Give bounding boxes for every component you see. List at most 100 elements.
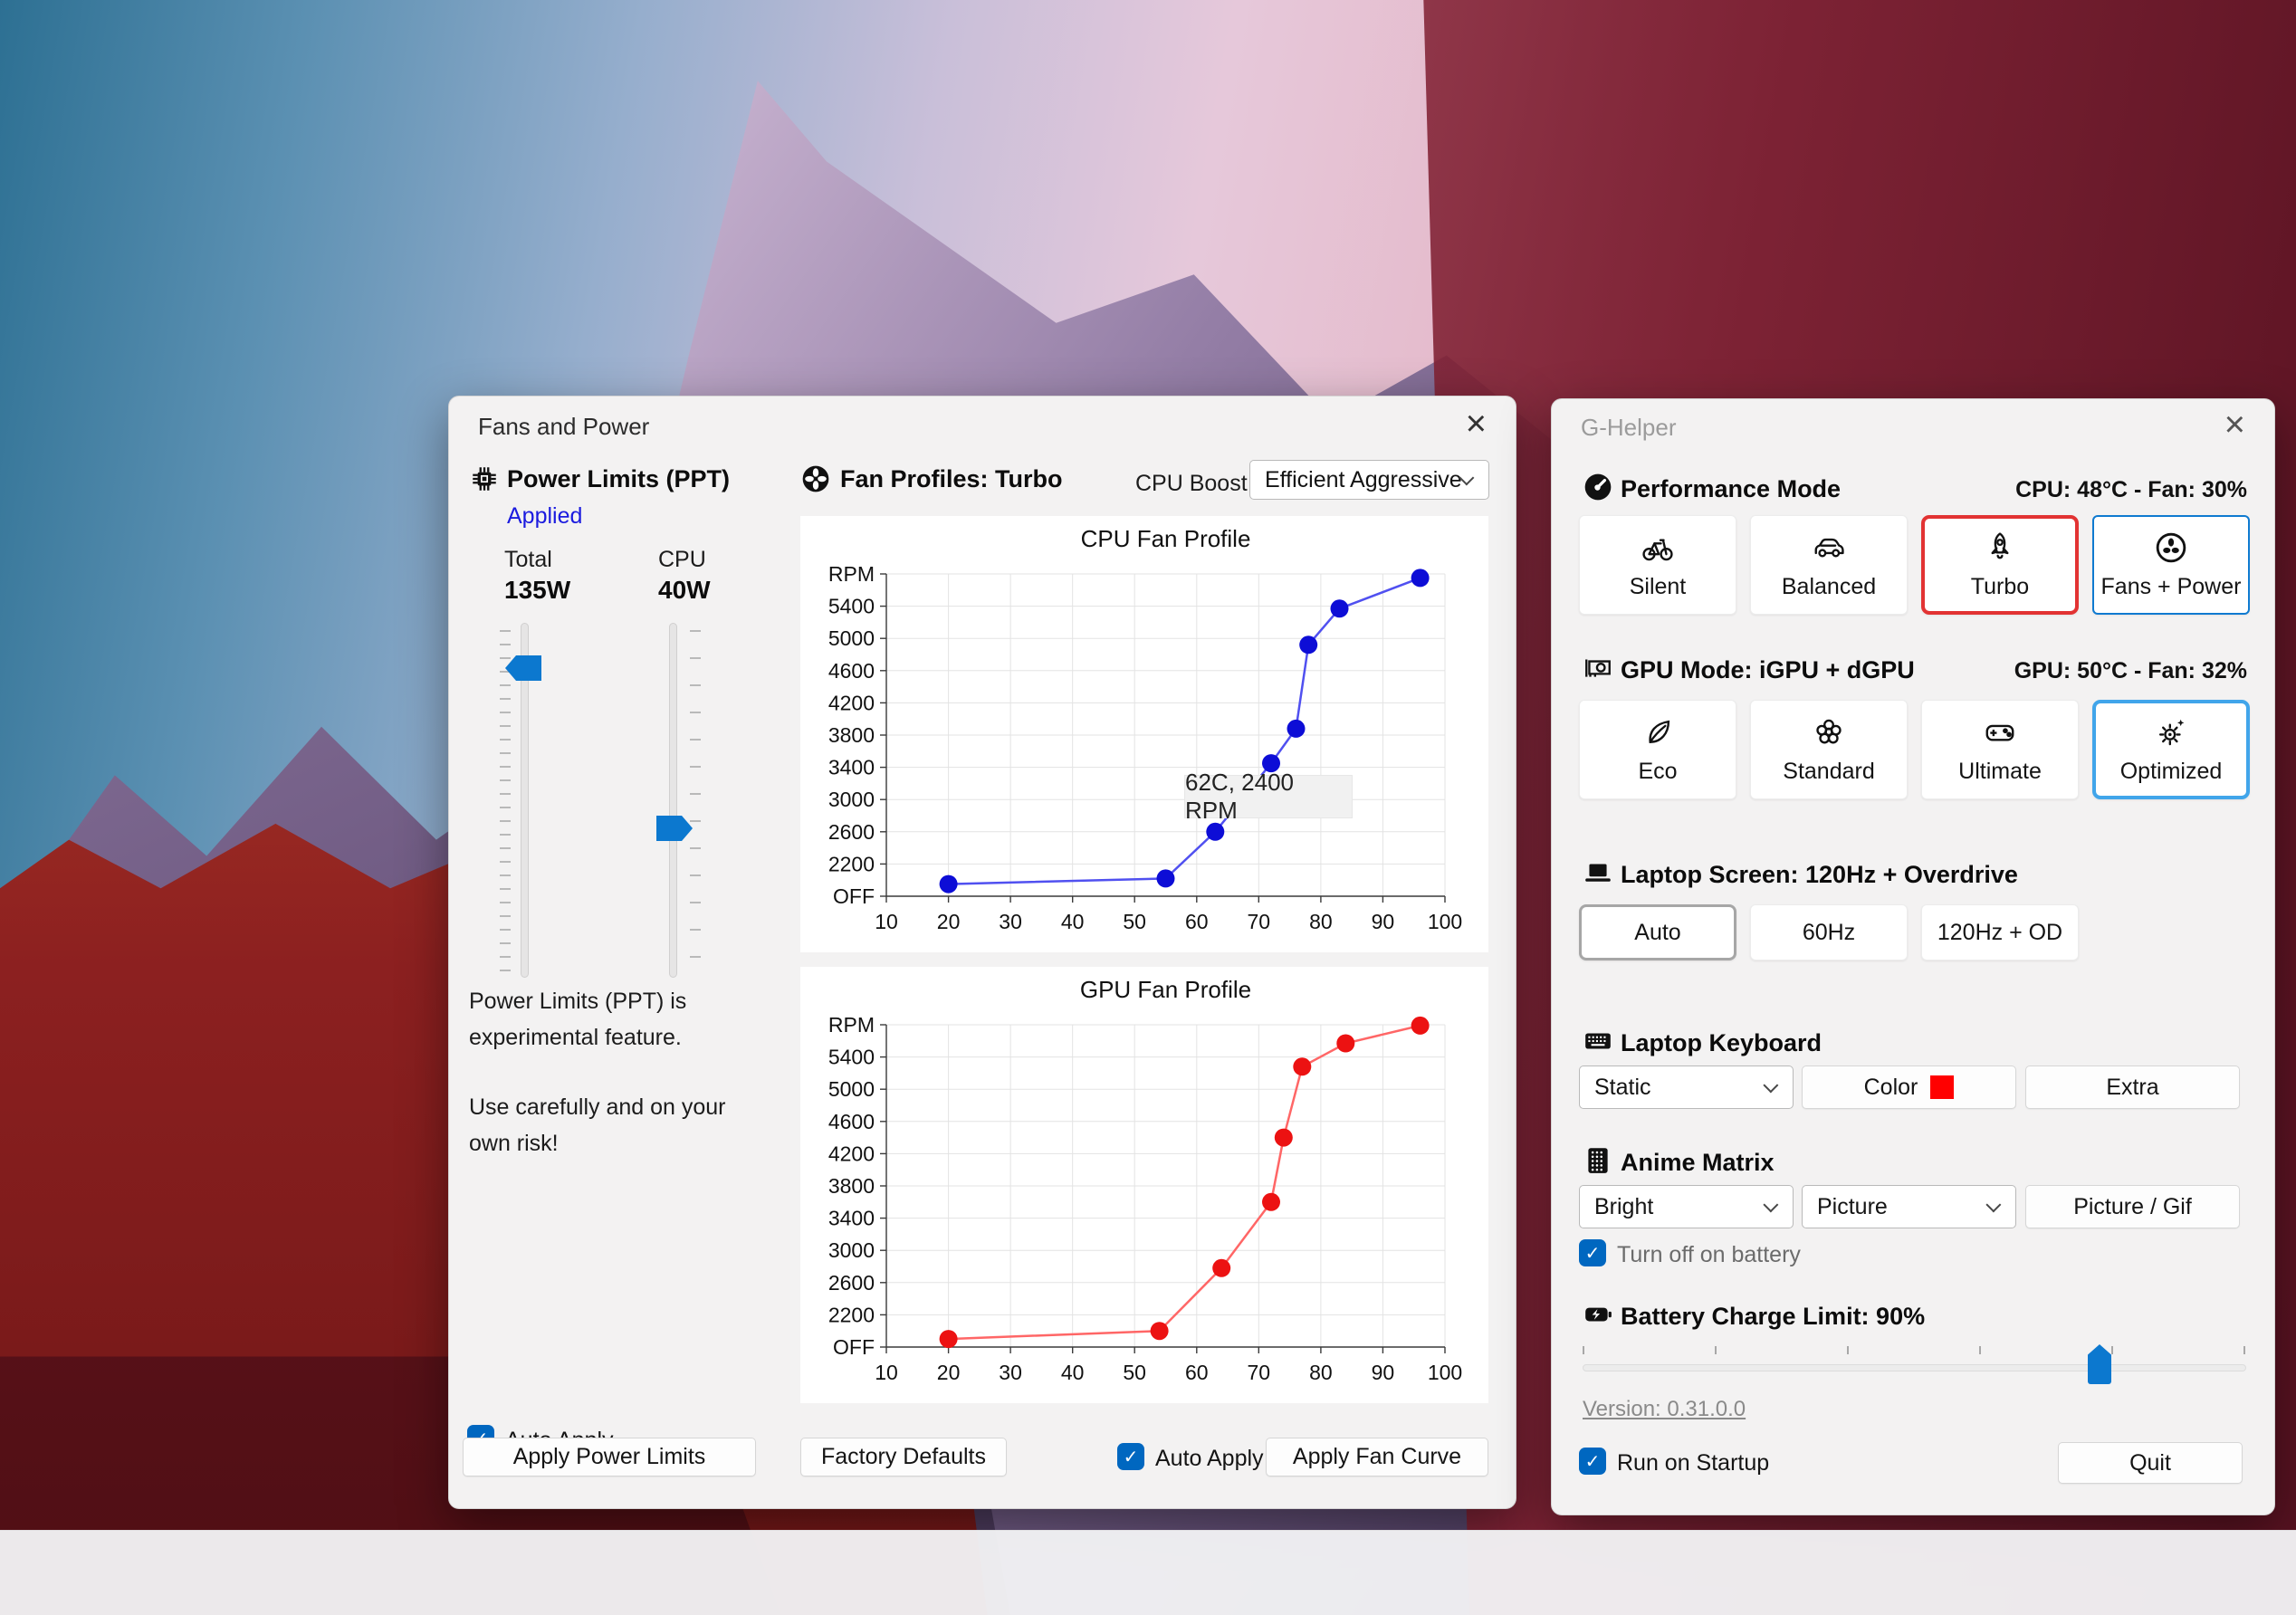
gpu-card-icon xyxy=(1583,653,1613,683)
screen-mode-120hz-od-button[interactable]: 120Hz + OD xyxy=(1921,904,2079,960)
fans-window-title: Fans and Power xyxy=(478,413,650,440)
fans-window-close-button[interactable]: × xyxy=(1466,406,1487,442)
svg-text:60: 60 xyxy=(1185,910,1209,933)
perf-mode-turbo-button[interactable]: Turbo xyxy=(1921,515,2079,615)
total-slider-ticks xyxy=(500,630,511,976)
svg-text:70: 70 xyxy=(1248,1361,1271,1384)
matrix-picture-gif-button[interactable]: Picture / Gif xyxy=(2025,1185,2240,1228)
gpu-mode-ultimate-button[interactable]: Ultimate xyxy=(1921,700,2079,799)
svg-text:3400: 3400 xyxy=(828,756,875,779)
svg-text:20: 20 xyxy=(937,1361,961,1384)
leaf-icon xyxy=(1641,715,1675,750)
ghelper-window-title: G-Helper xyxy=(1581,414,1677,441)
bicycle-icon xyxy=(1641,530,1675,565)
cpu-fan-chart-card: 10 20 30 40 50 60 70 80 90 100 OFF 2200 2600 3000 3400… xyxy=(800,516,1488,952)
gpu-mode-eco-button[interactable]: Eco xyxy=(1579,700,1736,799)
version-link[interactable]: Version: 0.31.0.0 xyxy=(1583,1397,1746,1422)
matrix-running-dropdown[interactable]: Picture xyxy=(1802,1185,2016,1228)
svg-text:5400: 5400 xyxy=(828,595,875,618)
gpu-mode-heading: GPU Mode: iGPU + dGPU xyxy=(1621,656,1915,683)
gpu-temp-status: GPU: 50°C - Fan: 32% xyxy=(2014,658,2247,683)
cpu-boost-dropdown[interactable]: Efficient Aggressive xyxy=(1249,460,1489,500)
fan-icon xyxy=(800,463,831,494)
matrix-running-value: Picture xyxy=(1817,1193,1888,1219)
svg-text:4600: 4600 xyxy=(828,659,875,683)
perf-mode-fans-power-button[interactable]: Fans + Power xyxy=(2092,515,2250,615)
taskbar: G G ENG 6:45 PM 3/18/2023 xyxy=(0,1530,2296,1615)
svg-text:20: 20 xyxy=(937,910,961,933)
cpu-fan-chart[interactable]: 10 20 30 40 50 60 70 80 90 100 OFF 2200 2600 3000 3400… xyxy=(800,516,1488,952)
flower-icon xyxy=(1812,715,1846,750)
run-on-startup-checkbox[interactable]: ✓ xyxy=(1579,1448,1606,1475)
total-slider-handle[interactable] xyxy=(505,655,541,681)
cpu-slider-ticks xyxy=(690,630,701,976)
matrix-battery-label: Turn off on battery xyxy=(1617,1242,1801,1267)
total-label: Total xyxy=(504,547,552,572)
gpu-mode-standard-button[interactable]: Standard xyxy=(1750,700,1908,799)
quit-button[interactable]: Quit xyxy=(2058,1442,2243,1484)
screen-mode-60hz-button[interactable]: 60Hz xyxy=(1750,904,1908,960)
svg-text:4600: 4600 xyxy=(828,1110,875,1133)
total-value: 135W xyxy=(504,576,571,604)
svg-text:CPU Fan Profile: CPU Fan Profile xyxy=(1081,525,1251,552)
svg-text:70: 70 xyxy=(1248,910,1271,933)
laptop-screen-heading: Laptop Screen: 120Hz + Overdrive xyxy=(1621,861,2018,888)
ghelper-window-close-button[interactable]: × xyxy=(2224,406,2245,443)
battery-slider-track[interactable] xyxy=(1583,1364,2246,1371)
fan-auto-apply-checkbox[interactable]: ✓ xyxy=(1117,1443,1144,1470)
chevron-down-icon xyxy=(1985,1197,2002,1213)
gamepad-icon xyxy=(1983,715,2017,750)
apply-power-limits-button[interactable]: Apply Power Limits xyxy=(463,1438,756,1476)
cpu-label: CPU xyxy=(658,547,706,572)
cpu-slider-handle[interactable] xyxy=(656,816,693,841)
svg-text:3800: 3800 xyxy=(828,1174,875,1198)
svg-text:10: 10 xyxy=(875,910,898,933)
matrix-brightness-dropdown[interactable]: Bright xyxy=(1579,1185,1794,1228)
fan-profiles-heading: Fan Profiles: Turbo xyxy=(840,465,1063,492)
laptop-keyboard-heading: Laptop Keyboard xyxy=(1621,1029,1822,1056)
performance-mode-heading: Performance Mode xyxy=(1621,475,1842,502)
svg-text:GPU Fan Profile: GPU Fan Profile xyxy=(1080,976,1251,1003)
power-limits-warning-1: Power Limits (PPT) is experimental featu… xyxy=(469,989,687,1050)
gpu-mode-optimized-button[interactable]: Optimized xyxy=(2092,700,2250,799)
svg-text:40: 40 xyxy=(1061,910,1085,933)
perf-mode-silent-button[interactable]: Silent xyxy=(1579,515,1736,615)
svg-text:30: 30 xyxy=(999,1361,1022,1384)
anime-matrix-icon xyxy=(1583,1145,1613,1176)
cpu-slider-track[interactable] xyxy=(669,623,677,978)
cpu-chip-icon xyxy=(469,463,500,494)
svg-text:100: 100 xyxy=(1428,1361,1462,1384)
perf-mode-balanced-button[interactable]: Balanced xyxy=(1750,515,1908,615)
keyboard-mode-dropdown[interactable]: Static xyxy=(1579,1066,1794,1109)
run-on-startup-label: Run on Startup xyxy=(1617,1450,1770,1476)
optimized-icon xyxy=(2154,715,2188,750)
apply-fan-curve-button[interactable]: Apply Fan Curve xyxy=(1266,1438,1488,1476)
svg-text:RPM: RPM xyxy=(828,1013,875,1037)
keyboard-extra-button[interactable]: Extra xyxy=(2025,1066,2240,1109)
factory-defaults-button[interactable]: Factory Defaults xyxy=(800,1438,1007,1476)
svg-text:50: 50 xyxy=(1123,1361,1146,1384)
svg-text:4200: 4200 xyxy=(828,691,875,714)
svg-text:2200: 2200 xyxy=(828,852,875,875)
svg-text:2200: 2200 xyxy=(828,1303,875,1326)
battery-icon xyxy=(1583,1299,1613,1330)
svg-text:90: 90 xyxy=(1372,910,1395,933)
gpu-fan-chart[interactable]: 10 20 30 40 50 60 70 80 90 100 OFF 2200 2600 3000 3400… xyxy=(800,967,1488,1403)
svg-text:30: 30 xyxy=(999,910,1022,933)
screen-mode-auto-button[interactable]: Auto xyxy=(1579,904,1736,960)
svg-text:3000: 3000 xyxy=(828,1238,875,1262)
gpu-fan-chart-card: 10 20 30 40 50 60 70 80 90 100 OFF 2200 2600 3000 3400… xyxy=(800,967,1488,1403)
g-helper-window: G-Helper × Performance Mode CPU: 48°C - … xyxy=(1551,398,2275,1515)
laptop-icon xyxy=(1583,857,1613,888)
chevron-down-icon xyxy=(1763,1077,1779,1094)
rocket-icon xyxy=(1983,530,2017,565)
keyboard-color-button[interactable]: Color xyxy=(1802,1066,2016,1109)
svg-text:4200: 4200 xyxy=(828,1142,875,1165)
power-limits-status: Applied xyxy=(507,503,583,529)
matrix-battery-checkbox[interactable]: ✓ xyxy=(1579,1239,1606,1266)
desktop: Fans and Power × Power Limits (PPT) Appl… xyxy=(0,0,2296,1615)
performance-gauge-icon xyxy=(1583,472,1613,502)
fan-icon xyxy=(2154,530,2188,565)
svg-text:3400: 3400 xyxy=(828,1207,875,1230)
svg-text:5000: 5000 xyxy=(828,1077,875,1101)
